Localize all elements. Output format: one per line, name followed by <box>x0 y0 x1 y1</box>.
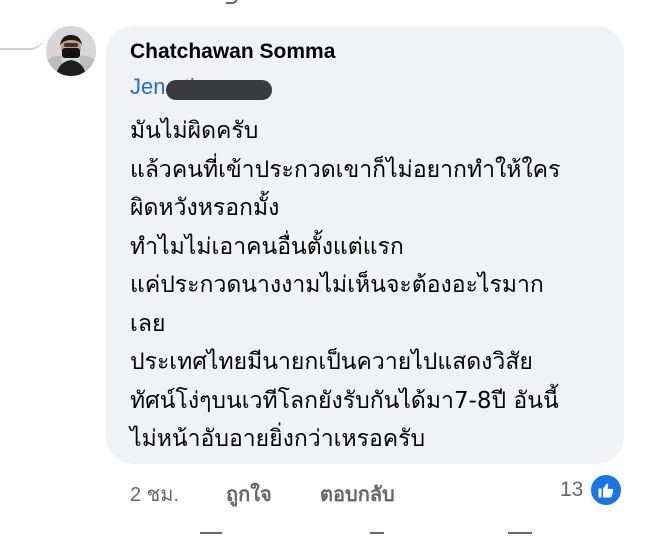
comment-line: ประเทศไทยมีนายกเป็นควายไปแสดงวิสัย <box>130 349 533 375</box>
comment-line: ไม่หน้าอับอายยิ่งกว่าเหรอครับ <box>130 426 426 452</box>
next-content-fragment <box>370 532 384 534</box>
comment-line: ผิดหวังหรอกมั้ง <box>130 195 280 221</box>
previous-comment-fragment <box>226 0 238 4</box>
comment-author[interactable]: Chatchawan Somma <box>130 40 335 64</box>
comment-bubble: Chatchawan Somma Jen etie มันไม่ผิดครับ … <box>106 26 624 464</box>
reply-thread-connector <box>0 0 44 50</box>
like-button[interactable]: ถูกใจ <box>226 478 272 510</box>
comment-text: มันไม่ผิดครับ แล้วคนที่เข้าประกวดเขาก็ไม… <box>130 112 610 459</box>
thumbs-up-icon <box>589 473 624 507</box>
comment-line: แล้วคนที่เข้าประกวดเขาก็ไม่อยากทำให้ใคร <box>130 156 561 183</box>
reply-button[interactable]: ตอบกลับ <box>320 478 395 510</box>
reaction-count: 13 <box>560 478 584 501</box>
comment-line: มันไม่ผิดครับ <box>130 118 259 144</box>
comment-line: เลย <box>130 310 166 337</box>
timestamp-link[interactable]: 2 ชม. <box>130 478 179 510</box>
avatar[interactable] <box>46 26 96 76</box>
comment-line: แค่ประกวดนางงามไม่เห็นจะต้องอะไรมาก <box>130 272 544 298</box>
next-content-fragment <box>200 532 222 534</box>
user-avatar-icon <box>46 26 96 76</box>
next-content-fragment <box>508 532 532 534</box>
comment-line: ทำไมไม่เอาคนอื่นตั้งแต่แรก <box>130 233 404 260</box>
reaction-summary[interactable]: 13 <box>560 473 624 507</box>
comment-line: ทัศน์โง่ๆบนเวทีโลกยังรับกันได้มา7-8ปี อั… <box>130 387 559 414</box>
redaction-bar <box>166 80 272 100</box>
